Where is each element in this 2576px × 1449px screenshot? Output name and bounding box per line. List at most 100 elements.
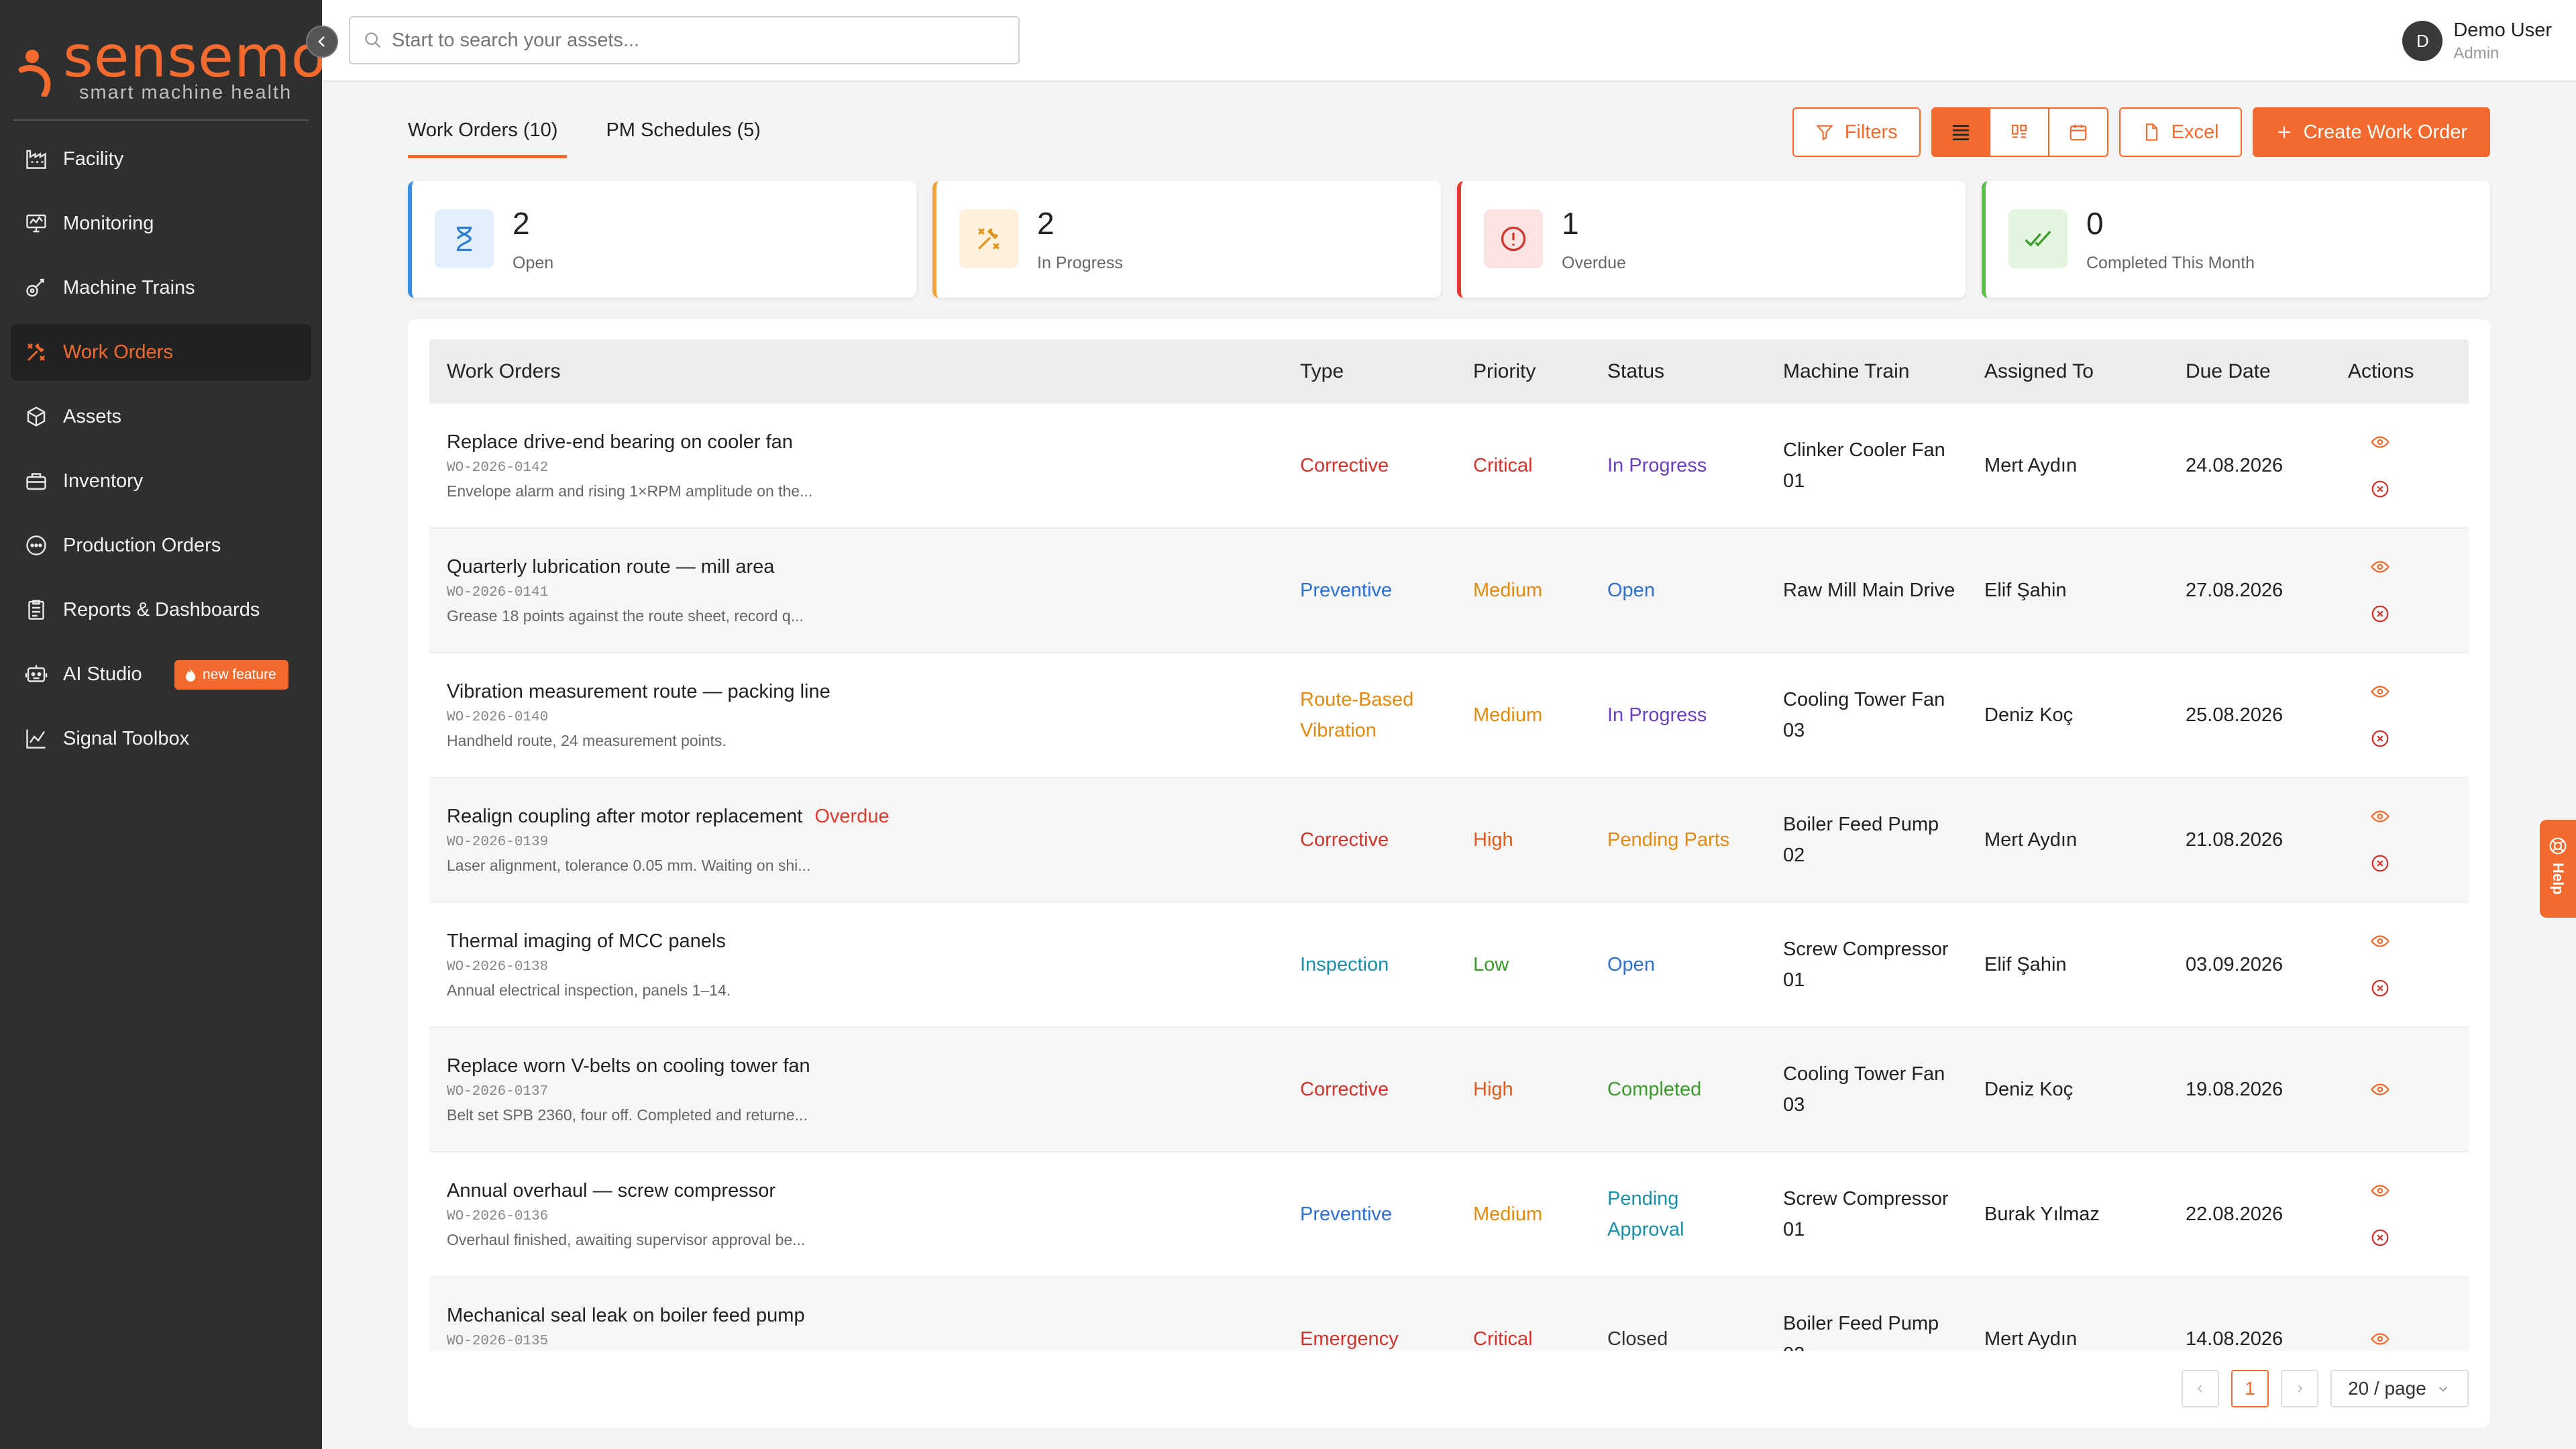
stat-label: In Progress [1037, 254, 1123, 272]
tab-work-orders[interactable]: Work Orders (10) [408, 115, 568, 158]
chevron-down-icon [2438, 1387, 2448, 1392]
table-row[interactable]: Realign coupling after motor replacement… [429, 778, 2469, 903]
work-order-title[interactable]: Mechanical seal leak on boiler feed pump [447, 1305, 805, 1326]
tab-bar: Work Orders (10) PM Schedules (5) [408, 115, 809, 162]
status-cell: In Progress [1607, 455, 1707, 476]
header-assigned-to[interactable]: Assigned To [1984, 360, 2186, 383]
header-machine-train[interactable]: Machine Train [1783, 360, 1984, 383]
sidebar-item-production-orders[interactable]: Production Orders [11, 517, 311, 574]
stat-card-in-progress[interactable]: 2 In Progress [932, 181, 1441, 298]
logo[interactable]: sensemore smart machine health [17, 23, 386, 103]
user-menu[interactable]: D Demo User Admin [2402, 17, 2552, 64]
view-button[interactable] [2368, 1179, 2392, 1203]
header-type[interactable]: Type [1300, 360, 1473, 383]
sidebar-item-reports[interactable]: Reports & Dashboards [11, 582, 311, 638]
work-order-title[interactable]: Replace drive-end bearing on cooler fan [447, 431, 793, 453]
cancel-button[interactable] [2368, 976, 2392, 1000]
assigned-to-cell: Deniz Koç [1984, 704, 2074, 726]
sidebar-item-machine-trains[interactable]: Machine Trains [11, 260, 311, 316]
eye-icon [2371, 1333, 2390, 1345]
cancel-button[interactable] [2368, 477, 2392, 501]
create-work-order-button[interactable]: Create Work Order [2252, 107, 2490, 157]
chevron-right-icon [2298, 1385, 2303, 1393]
view-button[interactable] [2368, 929, 2392, 953]
machine-train-cell: Screw Compressor 01 [1783, 1188, 1949, 1240]
sidebar-item-assets[interactable]: Assets [11, 388, 311, 445]
view-button[interactable] [2368, 804, 2392, 828]
tab-pm-schedules[interactable]: PM Schedules (5) [606, 115, 761, 158]
work-order-title[interactable]: Replace worn V-belts on cooling tower fa… [447, 1055, 810, 1077]
sidebar-item-work-orders[interactable]: Work Orders [11, 324, 311, 380]
help-button[interactable]: Help [2540, 820, 2576, 918]
cancel-button[interactable] [2368, 602, 2392, 626]
header-work-orders[interactable]: Work Orders [429, 360, 1300, 383]
work-order-description: Envelope alarm and rising 1×RPM amplitud… [447, 482, 813, 500]
view-button[interactable] [2368, 555, 2392, 579]
close-circle-icon [2371, 979, 2389, 997]
table-row[interactable]: Replace drive-end bearing on cooler fan W… [429, 404, 2469, 529]
view-button[interactable] [2368, 1077, 2392, 1102]
actions-cell [2348, 1316, 2469, 1351]
board-view-button[interactable] [1990, 107, 2049, 157]
facility-icon [23, 146, 50, 172]
sidebar-item-label: Monitoring [63, 212, 154, 234]
list-view-icon [1952, 125, 1969, 140]
work-order-title-line: Mechanical seal leak on boiler feed pump [447, 1305, 1300, 1327]
prev-page-button[interactable] [2182, 1370, 2219, 1407]
page-size-select[interactable]: 20 / page [2330, 1370, 2469, 1407]
search-input[interactable] [392, 29, 996, 52]
table-row[interactable]: Quarterly lubrication route — mill area W… [429, 529, 2469, 653]
cancel-button[interactable] [2368, 727, 2392, 751]
table-row[interactable]: Annual overhaul — screw compressor WO-202… [429, 1152, 2469, 1277]
work-order-title[interactable]: Thermal imaging of MCC panels [447, 930, 726, 952]
work-order-title-line: Thermal imaging of MCC panels [447, 930, 1300, 953]
cancel-button[interactable] [2368, 1226, 2392, 1250]
sidebar-item-monitoring[interactable]: Monitoring [11, 195, 311, 252]
next-page-button[interactable] [2281, 1370, 2318, 1407]
work-orders-table[interactable]: Work Orders Type Priority Status Machine… [429, 339, 2469, 1351]
page-button-current[interactable]: 1 [2231, 1370, 2269, 1407]
stat-card-open[interactable]: 2 Open [408, 181, 916, 298]
table-row[interactable]: Mechanical seal leak on boiler feed pump… [429, 1277, 2469, 1351]
collapse-sidebar-button[interactable] [306, 25, 338, 58]
header-due-date[interactable]: Due Date [2186, 360, 2348, 383]
assigned-to-cell: Deniz Koç [1984, 1078, 2074, 1100]
work-order-title[interactable]: Annual overhaul — screw compressor [447, 1180, 775, 1201]
work-order-title[interactable]: Quarterly lubrication route — mill area [447, 556, 774, 578]
work-order-cell: Thermal imaging of MCC panels WO-2026-013… [429, 930, 1300, 1000]
help-label: Help [2550, 863, 2567, 895]
header-priority[interactable]: Priority [1473, 360, 1607, 383]
work-order-title-line: Realign coupling after motor replacement… [447, 806, 1300, 828]
chevron-left-icon [318, 36, 325, 47]
machine-train-cell: Cooling Tower Fan 03 [1783, 1063, 1945, 1116]
stat-card-completed[interactable]: 0 Completed This Month [1982, 181, 2490, 298]
filters-button[interactable]: Filters [1792, 107, 1921, 157]
work-order-title[interactable]: Vibration measurement route — packing li… [447, 681, 830, 702]
view-button[interactable] [2368, 1327, 2392, 1351]
toolbar: Filters Excel Create Work Order [1792, 107, 2490, 157]
close-circle-icon [2371, 605, 2389, 623]
stat-card-overdue[interactable]: 1 Overdue [1457, 181, 1966, 298]
excel-button[interactable]: Excel [2118, 107, 2242, 157]
list-view-button[interactable] [1931, 107, 1990, 157]
sidebar-item-ai-studio[interactable]: AI Studio new feature [11, 646, 311, 702]
sidebar-item-signal-toolbox[interactable]: Signal Toolbox [11, 710, 311, 767]
table-row[interactable]: Replace worn V-belts on cooling tower fa… [429, 1028, 2469, 1152]
machine-train-cell: Boiler Feed Pump 02 [1783, 1313, 1939, 1351]
work-order-title[interactable]: Realign coupling after motor replacement [447, 806, 802, 827]
sidebar: sensemore smart machine health Facility … [0, 0, 386, 1449]
view-button[interactable] [2368, 680, 2392, 704]
work-order-title-line: Replace drive-end bearing on cooler fan [447, 431, 1300, 453]
table-row[interactable]: Vibration measurement route — packing li… [429, 653, 2469, 778]
type-cell: Inspection [1300, 954, 1389, 975]
chevron-left-icon [2197, 1385, 2202, 1393]
sidebar-item-facility[interactable]: Facility [11, 131, 311, 187]
search-box[interactable] [349, 16, 1020, 64]
cancel-button[interactable] [2368, 851, 2392, 875]
calendar-view-button[interactable] [2049, 107, 2108, 157]
view-button[interactable] [2368, 430, 2392, 454]
table-row[interactable]: Thermal imaging of MCC panels WO-2026-013… [429, 903, 2469, 1028]
status-cell: Open [1607, 580, 1655, 601]
header-status[interactable]: Status [1607, 360, 1783, 383]
sidebar-item-inventory[interactable]: Inventory [11, 453, 311, 509]
